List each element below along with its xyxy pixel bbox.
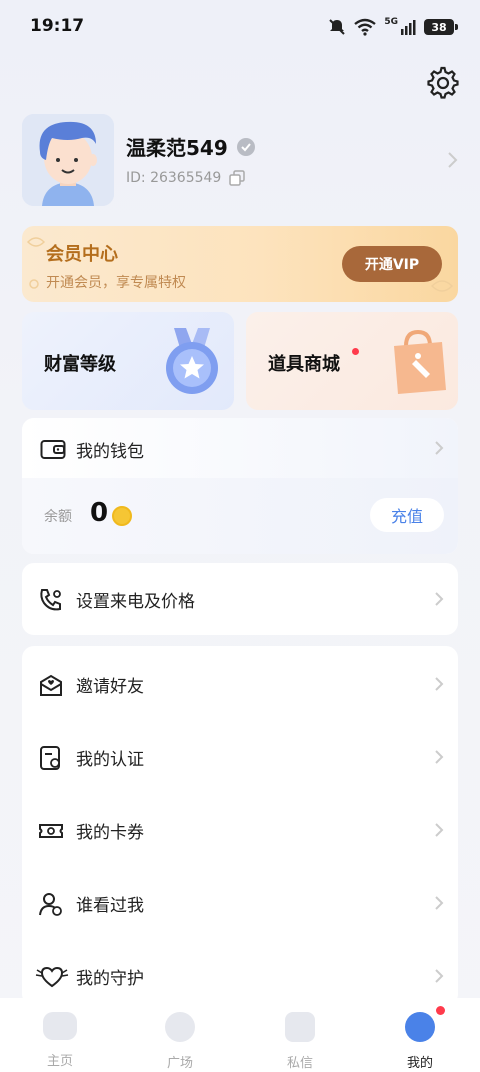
vip-subtitle: 开通会员，享专属特权 — [46, 275, 186, 291]
home-icon — [43, 1012, 77, 1040]
wealth-level-label: 财富等级 — [44, 354, 116, 375]
coin-icon — [112, 506, 132, 526]
phone-settings-icon — [40, 589, 61, 611]
call-settings-label: 设置来电及价格 — [76, 592, 195, 612]
menu-item-visitors[interactable]: 谁看过我 — [22, 867, 458, 939]
shop-badge-dot — [352, 348, 359, 355]
medal-icon — [166, 328, 218, 394]
menu-item-label: 谁看过我 — [76, 896, 144, 916]
open-vip-button[interactable]: 开通VIP — [342, 246, 442, 282]
wallet-icon — [40, 440, 66, 459]
status-bar: 19:17 5G 38 — [0, 0, 480, 56]
item-shop-label: 道具商城 — [268, 354, 340, 375]
menu-item-certification[interactable]: 我的认证 — [22, 721, 458, 793]
call-settings-chevron-icon — [435, 592, 444, 606]
menu-item-invite[interactable]: 邀请好友 — [22, 648, 458, 720]
wealth-level-card[interactable]: 财富等级 — [22, 312, 234, 410]
tab-label: 主页 — [46, 1054, 73, 1069]
chevron-right-icon — [435, 896, 444, 910]
copy-icon[interactable] — [229, 170, 246, 186]
visitor-icon — [39, 893, 62, 916]
wallet-card: 我的钱包 余额 0 充值 — [22, 418, 458, 554]
invite-icon — [40, 674, 62, 696]
guard-icon — [35, 966, 69, 988]
verified-badge-icon — [236, 137, 255, 156]
tab-label: 广场 — [166, 1056, 193, 1071]
chevron-right-icon — [435, 969, 444, 983]
vip-banner[interactable]: 会员中心 开通会员，享专属特权 开通VIP — [22, 226, 458, 302]
chevron-right-icon — [435, 677, 444, 691]
signal-icon — [401, 20, 416, 35]
balance-value: 0 — [90, 498, 109, 528]
tab-label: 私信 — [286, 1056, 313, 1071]
bottom-tab-bar: 主页 广场 私信 我的 — [0, 998, 480, 1072]
compass-icon — [165, 1012, 195, 1042]
chevron-right-icon — [435, 823, 444, 837]
menu-item-label: 邀请好友 — [76, 677, 144, 697]
tab-square[interactable]: 广场 — [140, 1012, 220, 1071]
shopping-bag-icon — [394, 329, 446, 394]
mute-icon — [329, 19, 346, 35]
tab-mine[interactable]: 我的 — [380, 1006, 460, 1071]
status-icons: 5G 38 — [328, 17, 458, 36]
menu-item-coupons[interactable]: 我的卡券 — [22, 794, 458, 866]
profile-icon — [405, 1012, 435, 1042]
network-label: 5G — [384, 17, 398, 27]
wallet-chevron-icon — [435, 441, 444, 455]
item-shop-card[interactable]: 道具商城 — [246, 312, 458, 410]
balance-label: 余额 — [44, 509, 72, 525]
user-id-text: ID: 26365549 — [126, 170, 222, 186]
menu-item-label: 我的卡券 — [76, 823, 144, 843]
menu-list: 邀请好友 我的认证 我的卡券 谁看过我 我的守护 — [22, 646, 458, 1006]
balance-row: 余额 0 充值 — [22, 478, 458, 554]
tab-label: 我的 — [406, 1056, 433, 1071]
status-time: 19:17 — [30, 16, 85, 36]
tab-home[interactable]: 主页 — [20, 1012, 100, 1069]
vip-title: 会员中心 — [46, 244, 118, 265]
recharge-button[interactable]: 充值 — [370, 498, 444, 532]
ticket-icon — [39, 824, 63, 838]
user-id: ID: 26365549 — [126, 170, 246, 186]
avatar-illustration — [22, 114, 114, 206]
battery-icon: 38 — [424, 19, 458, 35]
my-wallet-row[interactable]: 我的钱包 — [22, 418, 458, 478]
menu-item-label: 我的守护 — [76, 969, 144, 989]
tab-messages[interactable]: 私信 — [260, 1012, 340, 1071]
my-wallet-label: 我的钱包 — [76, 442, 144, 462]
username: 温柔范549 — [126, 132, 256, 161]
wifi-icon — [354, 18, 377, 36]
chat-bubble-icon — [285, 1012, 315, 1042]
chevron-right-icon — [435, 750, 444, 764]
menu-item-label: 我的认证 — [76, 750, 144, 770]
avatar[interactable] — [22, 114, 114, 206]
call-settings-row[interactable]: 设置来电及价格 — [22, 563, 458, 635]
username-text: 温柔范549 — [126, 136, 228, 160]
settings-gear-icon[interactable] — [426, 66, 460, 100]
tab-badge-dot — [436, 1006, 445, 1015]
profile-chevron-icon[interactable] — [446, 150, 460, 170]
certificate-icon — [40, 746, 60, 770]
